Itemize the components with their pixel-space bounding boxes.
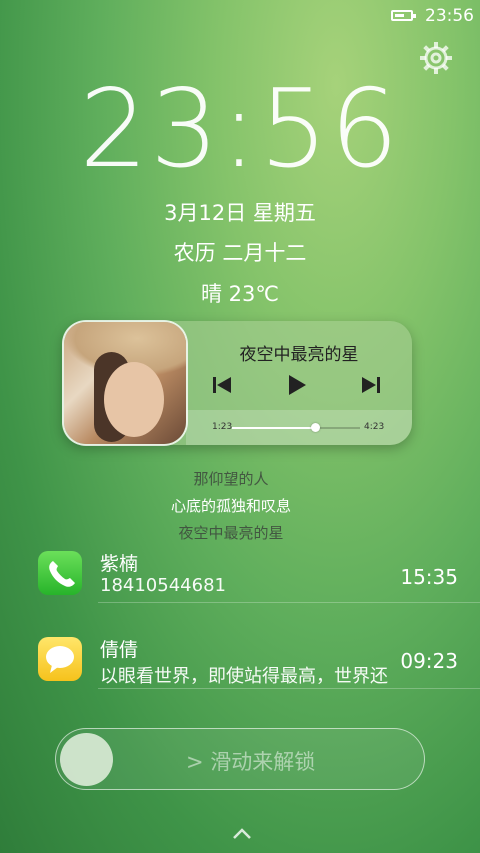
progress-fill	[232, 427, 316, 429]
unlock-label: 滑动来解锁	[210, 750, 316, 774]
lyric-line: 那仰望的人	[193, 470, 269, 488]
song-title: 夜空中最亮的星	[239, 345, 359, 365]
notification-time: 15:35	[400, 565, 458, 589]
lock-clock: 23:56	[79, 67, 401, 192]
notification-time: 09:23	[400, 649, 458, 673]
notification-title: 倩倩	[100, 639, 139, 661]
album-art[interactable]	[64, 322, 186, 444]
notification-body: 以眼看世界，即使站得最高，世界还	[100, 666, 388, 687]
previous-track-icon[interactable]	[209, 372, 235, 398]
chevron-up-icon[interactable]	[232, 826, 252, 840]
unlock-hint: > 滑动来解锁	[186, 746, 315, 776]
weather-text: 晴 23℃	[201, 282, 279, 306]
progress-track[interactable]	[232, 423, 360, 432]
elapsed-time: 1:23	[212, 422, 233, 432]
divider	[98, 602, 480, 603]
date-text: 3月12日 星期五	[164, 201, 316, 225]
next-track-icon[interactable]	[358, 372, 384, 398]
status-time: 23:56	[425, 6, 474, 26]
play-icon[interactable]	[284, 372, 310, 398]
phone-icon	[38, 551, 82, 595]
message-icon	[38, 637, 82, 681]
lunar-date-text: 农历 二月十二	[173, 241, 307, 265]
unlock-arrow: >	[186, 750, 204, 774]
lyric-line: 夜空中最亮的星	[178, 524, 284, 542]
unlock-slider-knob[interactable]	[60, 733, 113, 786]
total-time: 4:23	[364, 422, 385, 432]
divider	[98, 688, 480, 689]
notification-title: 紫楠	[100, 553, 139, 575]
lyric-line-current: 心底的孤独和叹息	[170, 497, 291, 515]
battery-icon	[391, 10, 416, 21]
notification-body: 18410544681	[100, 575, 226, 596]
status-bar: 23:56	[0, 0, 480, 32]
